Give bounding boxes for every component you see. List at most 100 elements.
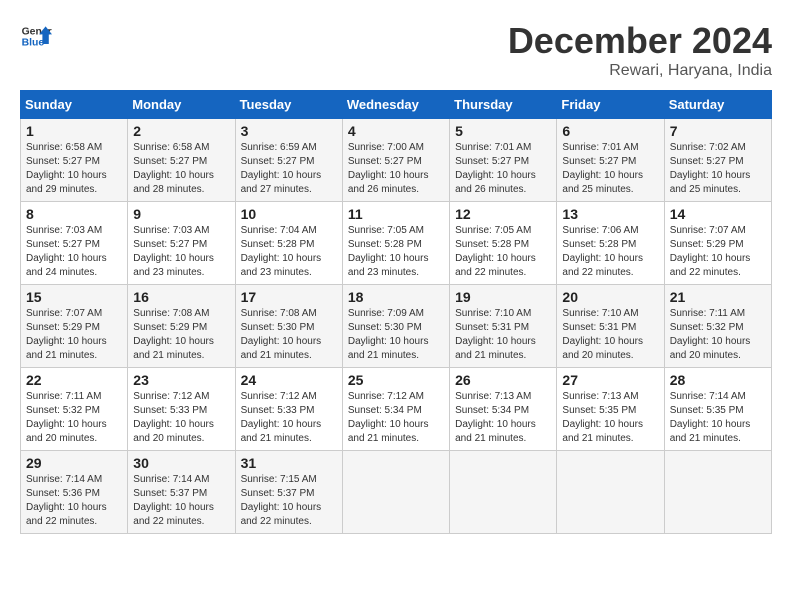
day-number: 7 bbox=[670, 123, 766, 139]
calendar-cell: 16 Sunrise: 7:08 AMSunset: 5:29 PMDayligh… bbox=[128, 285, 235, 368]
day-info: Sunrise: 7:03 AMSunset: 5:27 PMDaylight:… bbox=[26, 224, 122, 280]
calendar-cell: 25Sunrise: 7:12 AMSunset: 5:34 PMDayligh… bbox=[342, 368, 449, 451]
day-number: 4 bbox=[348, 123, 444, 139]
logo: General Blue bbox=[20, 20, 52, 52]
day-info: Sunrise: 7:05 AMSunset: 5:28 PMDaylight:… bbox=[455, 224, 551, 280]
day-info: Sunrise: 7:12 AMSunset: 5:33 PMDaylight:… bbox=[241, 390, 337, 446]
day-number: 29 bbox=[26, 455, 122, 471]
day-number: 8 bbox=[26, 206, 122, 222]
day-info: Sunrise: 6:59 AMSunset: 5:27 PMDaylight:… bbox=[241, 141, 337, 197]
day-number: 31 bbox=[241, 455, 337, 471]
calendar-header-row: Sunday Monday Tuesday Wednesday Thursday… bbox=[21, 91, 772, 119]
calendar-cell: 22 Sunrise: 7:11 AMSunset: 5:32 PMDayligh… bbox=[21, 368, 128, 451]
calendar-cell bbox=[557, 451, 664, 534]
day-number: 5 bbox=[455, 123, 551, 139]
day-info: Sunrise: 7:14 AMSunset: 5:35 PMDaylight:… bbox=[670, 390, 766, 446]
day-info: Sunrise: 7:01 AMSunset: 5:27 PMDaylight:… bbox=[562, 141, 658, 197]
day-info: Sunrise: 7:04 AMSunset: 5:28 PMDaylight:… bbox=[241, 224, 337, 280]
calendar-week-row: 1Sunrise: 6:58 AMSunset: 5:27 PMDaylight… bbox=[21, 119, 772, 202]
day-number: 21 bbox=[670, 289, 766, 305]
col-sunday: Sunday bbox=[21, 91, 128, 119]
page-header: General Blue December 2024 Rewari, Harya… bbox=[20, 20, 772, 80]
month-title: December 2024 bbox=[508, 20, 772, 62]
day-info: Sunrise: 7:09 AMSunset: 5:30 PMDaylight:… bbox=[348, 307, 444, 363]
calendar-week-row: 8 Sunrise: 7:03 AMSunset: 5:27 PMDaylight… bbox=[21, 202, 772, 285]
day-number: 16 bbox=[133, 289, 229, 305]
day-info: Sunrise: 7:05 AMSunset: 5:28 PMDaylight:… bbox=[348, 224, 444, 280]
day-number: 27 bbox=[562, 372, 658, 388]
calendar-cell: 29 Sunrise: 7:14 AMSunset: 5:36 PMDayligh… bbox=[21, 451, 128, 534]
calendar-cell: 30Sunrise: 7:14 AMSunset: 5:37 PMDayligh… bbox=[128, 451, 235, 534]
calendar-cell: 26Sunrise: 7:13 AMSunset: 5:34 PMDayligh… bbox=[450, 368, 557, 451]
calendar-cell: 8 Sunrise: 7:03 AMSunset: 5:27 PMDaylight… bbox=[21, 202, 128, 285]
day-info: Sunrise: 7:07 AMSunset: 5:29 PMDaylight:… bbox=[670, 224, 766, 280]
calendar-cell bbox=[450, 451, 557, 534]
title-area: December 2024 Rewari, Haryana, India bbox=[508, 20, 772, 80]
calendar-week-row: 22 Sunrise: 7:11 AMSunset: 5:32 PMDayligh… bbox=[21, 368, 772, 451]
day-number: 20 bbox=[562, 289, 658, 305]
calendar-cell: 27 Sunrise: 7:13 AMSunset: 5:35 PMDayligh… bbox=[557, 368, 664, 451]
col-thursday: Thursday bbox=[450, 91, 557, 119]
day-number: 2 bbox=[133, 123, 229, 139]
day-info: Sunrise: 7:11 AMSunset: 5:32 PMDaylight:… bbox=[670, 307, 766, 363]
day-info: Sunrise: 7:03 AMSunset: 5:27 PMDaylight:… bbox=[133, 224, 229, 280]
day-info: Sunrise: 7:08 AMSunset: 5:29 PMDaylight:… bbox=[133, 307, 229, 363]
col-wednesday: Wednesday bbox=[342, 91, 449, 119]
day-number: 12 bbox=[455, 206, 551, 222]
calendar-cell: 14 Sunrise: 7:07 AMSunset: 5:29 PMDayligh… bbox=[664, 202, 771, 285]
calendar-cell: 15 Sunrise: 7:07 AMSunset: 5:29 PMDayligh… bbox=[21, 285, 128, 368]
day-number: 30 bbox=[133, 455, 229, 471]
calendar-cell: 28Sunrise: 7:14 AMSunset: 5:35 PMDayligh… bbox=[664, 368, 771, 451]
calendar-cell: 11 Sunrise: 7:05 AMSunset: 5:28 PMDayligh… bbox=[342, 202, 449, 285]
calendar-cell: 24 Sunrise: 7:12 AMSunset: 5:33 PMDayligh… bbox=[235, 368, 342, 451]
day-number: 6 bbox=[562, 123, 658, 139]
day-info: Sunrise: 7:10 AMSunset: 5:31 PMDaylight:… bbox=[455, 307, 551, 363]
calendar-cell: 1Sunrise: 6:58 AMSunset: 5:27 PMDaylight… bbox=[21, 119, 128, 202]
calendar-cell: 17 Sunrise: 7:08 AMSunset: 5:30 PMDayligh… bbox=[235, 285, 342, 368]
day-number: 24 bbox=[241, 372, 337, 388]
day-number: 13 bbox=[562, 206, 658, 222]
day-info: Sunrise: 7:08 AMSunset: 5:30 PMDaylight:… bbox=[241, 307, 337, 363]
calendar-table: Sunday Monday Tuesday Wednesday Thursday… bbox=[20, 90, 772, 534]
day-number: 9 bbox=[133, 206, 229, 222]
day-number: 26 bbox=[455, 372, 551, 388]
col-monday: Monday bbox=[128, 91, 235, 119]
calendar-week-row: 29 Sunrise: 7:14 AMSunset: 5:36 PMDayligh… bbox=[21, 451, 772, 534]
calendar-cell: 20 Sunrise: 7:10 AMSunset: 5:31 PMDayligh… bbox=[557, 285, 664, 368]
col-tuesday: Tuesday bbox=[235, 91, 342, 119]
day-number: 14 bbox=[670, 206, 766, 222]
day-info: Sunrise: 7:15 AMSunset: 5:37 PMDaylight:… bbox=[241, 473, 337, 529]
calendar-cell: 7 Sunrise: 7:02 AMSunset: 5:27 PMDaylight… bbox=[664, 119, 771, 202]
calendar-cell: 13 Sunrise: 7:06 AMSunset: 5:28 PMDayligh… bbox=[557, 202, 664, 285]
day-number: 23 bbox=[133, 372, 229, 388]
day-info: Sunrise: 7:11 AMSunset: 5:32 PMDaylight:… bbox=[26, 390, 122, 446]
svg-text:Blue: Blue bbox=[22, 38, 45, 49]
calendar-cell: 3 Sunrise: 6:59 AMSunset: 5:27 PMDaylight… bbox=[235, 119, 342, 202]
calendar-cell: 10Sunrise: 7:04 AMSunset: 5:28 PMDayligh… bbox=[235, 202, 342, 285]
calendar-cell: 31 Sunrise: 7:15 AMSunset: 5:37 PMDayligh… bbox=[235, 451, 342, 534]
calendar-cell bbox=[664, 451, 771, 534]
day-number: 17 bbox=[241, 289, 337, 305]
day-number: 15 bbox=[26, 289, 122, 305]
day-info: Sunrise: 7:02 AMSunset: 5:27 PMDaylight:… bbox=[670, 141, 766, 197]
day-info: Sunrise: 7:13 AMSunset: 5:35 PMDaylight:… bbox=[562, 390, 658, 446]
day-info: Sunrise: 7:07 AMSunset: 5:29 PMDaylight:… bbox=[26, 307, 122, 363]
day-info: Sunrise: 7:06 AMSunset: 5:28 PMDaylight:… bbox=[562, 224, 658, 280]
col-friday: Friday bbox=[557, 91, 664, 119]
day-number: 22 bbox=[26, 372, 122, 388]
day-number: 11 bbox=[348, 206, 444, 222]
calendar-cell: 4Sunrise: 7:00 AMSunset: 5:27 PMDaylight… bbox=[342, 119, 449, 202]
day-number: 3 bbox=[241, 123, 337, 139]
day-info: Sunrise: 7:01 AMSunset: 5:27 PMDaylight:… bbox=[455, 141, 551, 197]
calendar-cell: 19Sunrise: 7:10 AMSunset: 5:31 PMDayligh… bbox=[450, 285, 557, 368]
day-number: 18 bbox=[348, 289, 444, 305]
calendar-cell: 18 Sunrise: 7:09 AMSunset: 5:30 PMDayligh… bbox=[342, 285, 449, 368]
calendar-cell: 9 Sunrise: 7:03 AMSunset: 5:27 PMDaylight… bbox=[128, 202, 235, 285]
calendar-cell: 12 Sunrise: 7:05 AMSunset: 5:28 PMDayligh… bbox=[450, 202, 557, 285]
calendar-cell bbox=[342, 451, 449, 534]
col-saturday: Saturday bbox=[664, 91, 771, 119]
day-info: Sunrise: 7:14 AMSunset: 5:36 PMDaylight:… bbox=[26, 473, 122, 529]
calendar-cell: 5 Sunrise: 7:01 AMSunset: 5:27 PMDaylight… bbox=[450, 119, 557, 202]
calendar-cell: 6 Sunrise: 7:01 AMSunset: 5:27 PMDaylight… bbox=[557, 119, 664, 202]
day-info: Sunrise: 7:10 AMSunset: 5:31 PMDaylight:… bbox=[562, 307, 658, 363]
